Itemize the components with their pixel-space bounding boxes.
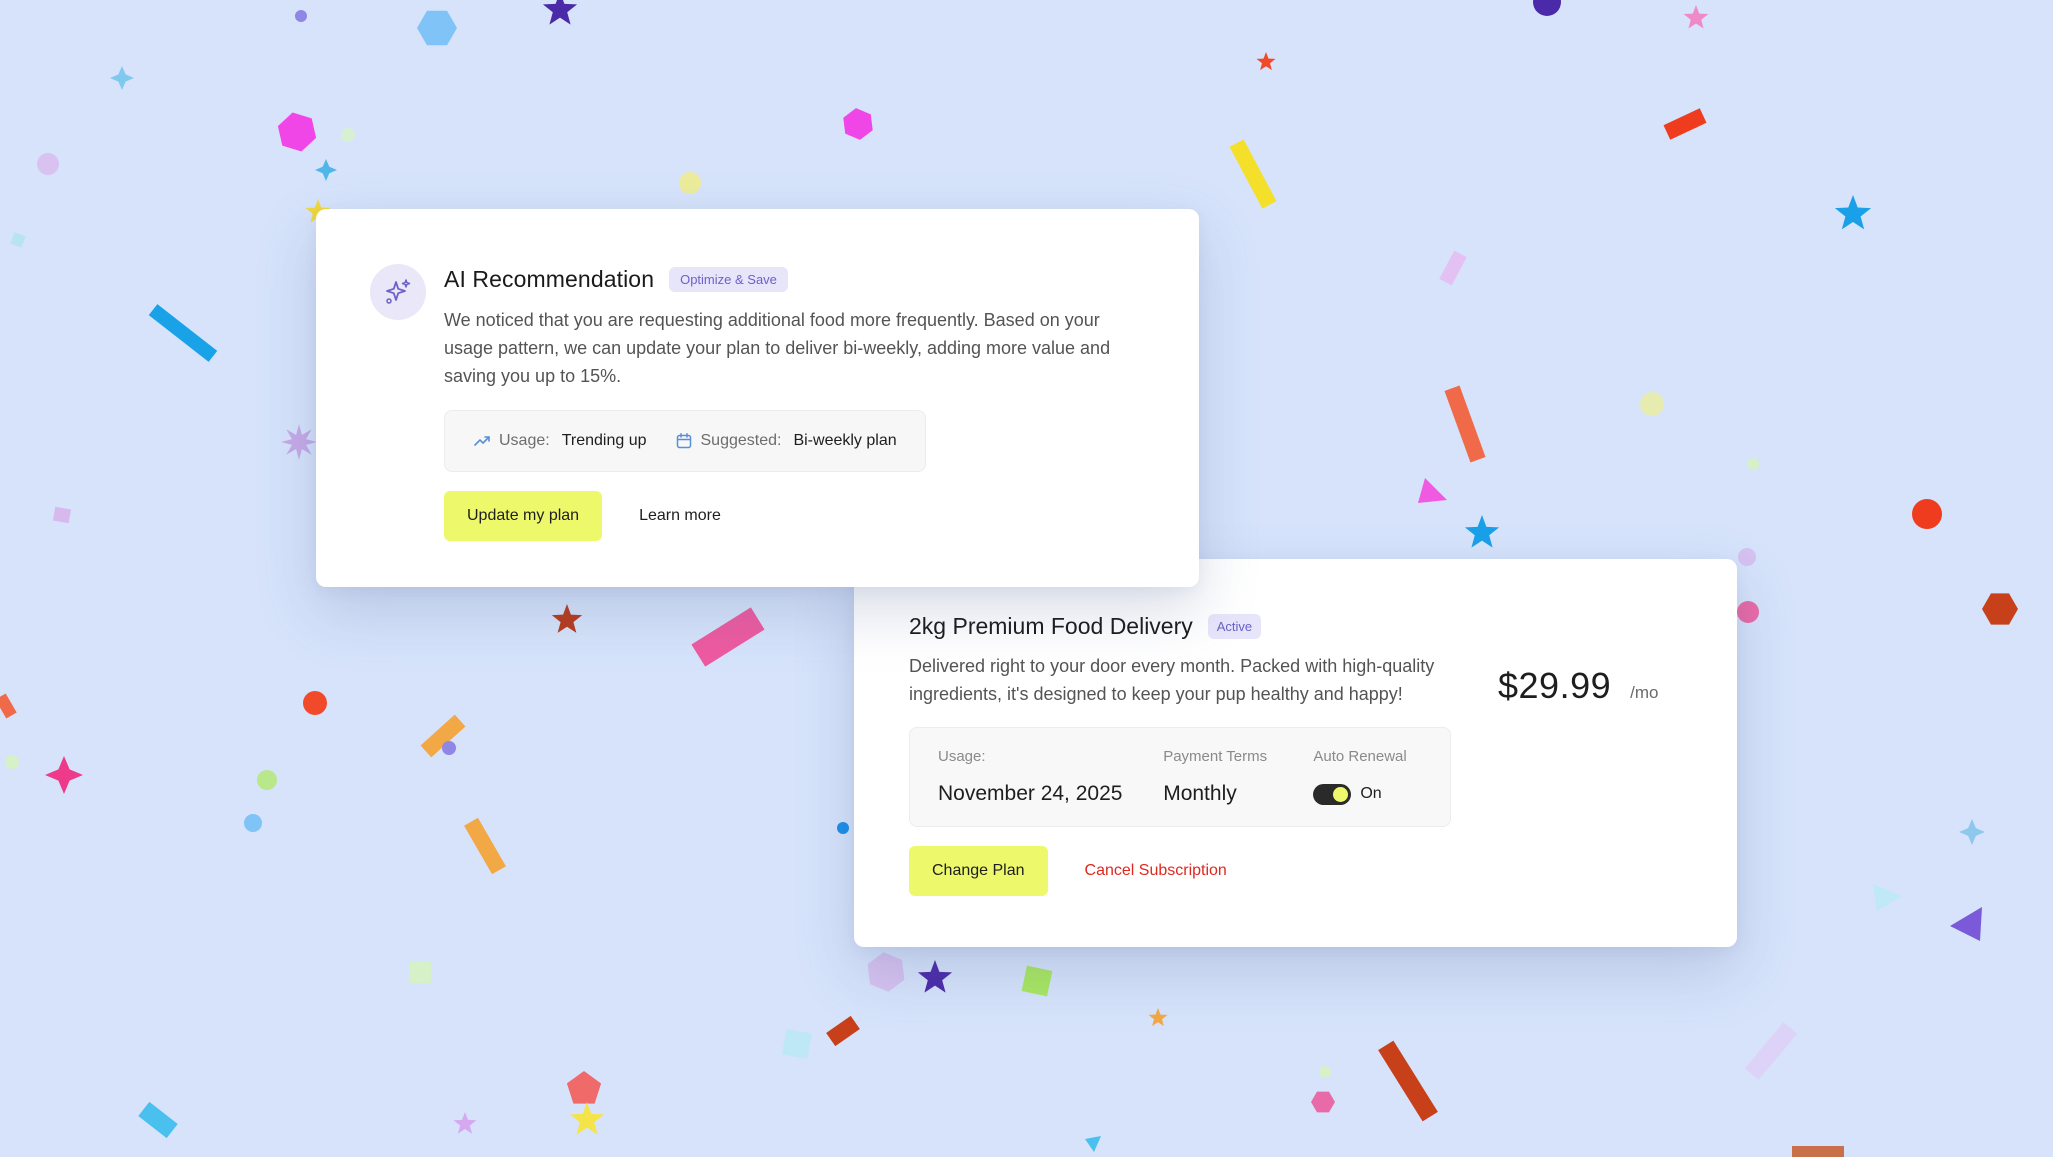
confetti-piece bbox=[566, 1071, 602, 1104]
confetti-piece bbox=[1319, 1066, 1331, 1078]
confetti-piece bbox=[464, 817, 506, 875]
confetti-piece bbox=[281, 424, 317, 460]
confetti-piece bbox=[341, 128, 355, 142]
confetti-piece bbox=[453, 1112, 477, 1134]
confetti-piece bbox=[1950, 907, 1982, 941]
confetti-piece bbox=[148, 304, 218, 362]
confetti-piece bbox=[542, 0, 578, 25]
sub-usage-label: Usage: bbox=[938, 748, 986, 765]
confetti-piece bbox=[1912, 499, 1942, 529]
usage-value: Trending up bbox=[561, 432, 647, 449]
confetti-piece bbox=[257, 770, 277, 790]
usage-info: Usage: Trending up bbox=[473, 432, 647, 450]
confetti-piece bbox=[1021, 965, 1053, 997]
sparkles-icon bbox=[386, 279, 411, 304]
confetti-piece bbox=[837, 822, 849, 834]
confetti-piece bbox=[295, 10, 307, 22]
suggested-value: Bi-weekly plan bbox=[793, 432, 897, 449]
confetti-piece bbox=[1640, 392, 1664, 416]
confetti-piece bbox=[867, 952, 905, 992]
suggested-info: Suggested: Bi-weekly plan bbox=[675, 432, 897, 450]
confetti-piece bbox=[417, 10, 457, 46]
auto-renewal-toggle[interactable] bbox=[1313, 783, 1352, 805]
confetti-piece bbox=[1444, 385, 1486, 463]
confetti-piece bbox=[1738, 548, 1756, 566]
trending-up-icon bbox=[474, 436, 490, 446]
suggested-label: Suggested: bbox=[700, 432, 782, 449]
confetti-piece bbox=[1256, 52, 1276, 71]
confetti-piece bbox=[110, 66, 134, 90]
confetti-piece bbox=[1683, 5, 1709, 29]
confetti-piece bbox=[244, 814, 262, 832]
payment-terms-label: Payment Terms bbox=[1163, 748, 1268, 765]
confetti-piece bbox=[691, 607, 765, 667]
confetti-piece bbox=[1982, 593, 2018, 625]
confetti-piece bbox=[138, 1101, 178, 1139]
confetti-piece bbox=[1747, 458, 1759, 470]
confetti-piece bbox=[781, 1028, 813, 1060]
status-badge: Active bbox=[1207, 613, 1262, 639]
toggle-knob bbox=[1333, 786, 1349, 802]
confetti-piece bbox=[315, 159, 337, 181]
confetti-piece bbox=[0, 693, 17, 719]
confetti-piece bbox=[1959, 819, 1985, 845]
update-plan-button[interactable]: Update my plan bbox=[444, 491, 603, 541]
ai-card-title: AI Recommendation bbox=[444, 265, 655, 292]
confetti-piece bbox=[37, 153, 59, 175]
confetti-piece bbox=[551, 604, 583, 633]
confetti-piece bbox=[1418, 478, 1447, 503]
confetti-piece bbox=[826, 1015, 860, 1047]
learn-more-link[interactable]: Learn more bbox=[639, 507, 721, 525]
ai-card-description: We noticed that you are requesting addit… bbox=[444, 310, 1111, 386]
confetti-piece bbox=[1148, 1008, 1168, 1027]
confetti-piece bbox=[1229, 139, 1277, 209]
auto-renewal-label: Auto Renewal bbox=[1313, 748, 1407, 765]
confetti-piece bbox=[1533, 0, 1561, 16]
ai-recommendation-card: AI Recommendation Optimize & Save We not… bbox=[316, 209, 1199, 587]
subscription-card: 2kg Premium Food Delivery Active Deliver… bbox=[854, 559, 1737, 947]
confetti-piece bbox=[1378, 1040, 1438, 1122]
confetti-piece bbox=[5, 755, 19, 769]
ai-info-box: Usage: Trending up Suggested: Bi-weekly … bbox=[444, 410, 926, 472]
calendar-icon bbox=[676, 433, 691, 449]
confetti-piece bbox=[52, 506, 72, 524]
confetti-piece bbox=[1311, 1091, 1335, 1113]
payment-terms-value: Monthly bbox=[1163, 782, 1237, 805]
confetti-piece bbox=[45, 756, 83, 794]
change-plan-button[interactable]: Change Plan bbox=[909, 846, 1048, 896]
confetti-piece bbox=[1464, 515, 1500, 548]
confetti-piece bbox=[917, 960, 953, 993]
usage-label: Usage: bbox=[499, 432, 550, 449]
confetti-piece bbox=[1737, 601, 1759, 623]
confetti-piece bbox=[679, 172, 701, 194]
cancel-subscription-button[interactable]: Cancel Subscription bbox=[1085, 862, 1227, 880]
auto-renewal-value: On bbox=[1360, 785, 1382, 802]
confetti-piece bbox=[1439, 250, 1467, 286]
confetti-piece bbox=[10, 232, 26, 248]
price: $29.99 bbox=[1498, 665, 1612, 706]
confetti-piece bbox=[409, 961, 431, 983]
subscription-title: 2kg Premium Food Delivery bbox=[909, 612, 1193, 639]
confetti-piece bbox=[442, 741, 456, 755]
ai-icon-badge bbox=[370, 264, 426, 320]
price-block: $29.99 /mo bbox=[1498, 665, 1658, 707]
confetti-piece bbox=[569, 1102, 605, 1135]
confetti-piece bbox=[1873, 884, 1902, 911]
confetti-piece bbox=[1744, 1022, 1798, 1080]
confetti-piece bbox=[277, 112, 317, 152]
confetti-piece bbox=[1663, 108, 1707, 140]
subscription-details: Usage: November 24, 2025 Payment Terms M… bbox=[909, 727, 1451, 827]
confetti-piece bbox=[1834, 195, 1872, 230]
optimize-badge: Optimize & Save bbox=[669, 266, 788, 292]
confetti-piece bbox=[843, 108, 873, 140]
confetti-piece bbox=[1792, 1146, 1844, 1157]
confetti-piece bbox=[1085, 1136, 1101, 1152]
subscription-description: Delivered right to your door every month… bbox=[909, 656, 1435, 704]
confetti-piece bbox=[303, 691, 327, 715]
price-period: /mo bbox=[1630, 683, 1659, 702]
sub-usage-value: November 24, 2025 bbox=[938, 782, 1123, 805]
